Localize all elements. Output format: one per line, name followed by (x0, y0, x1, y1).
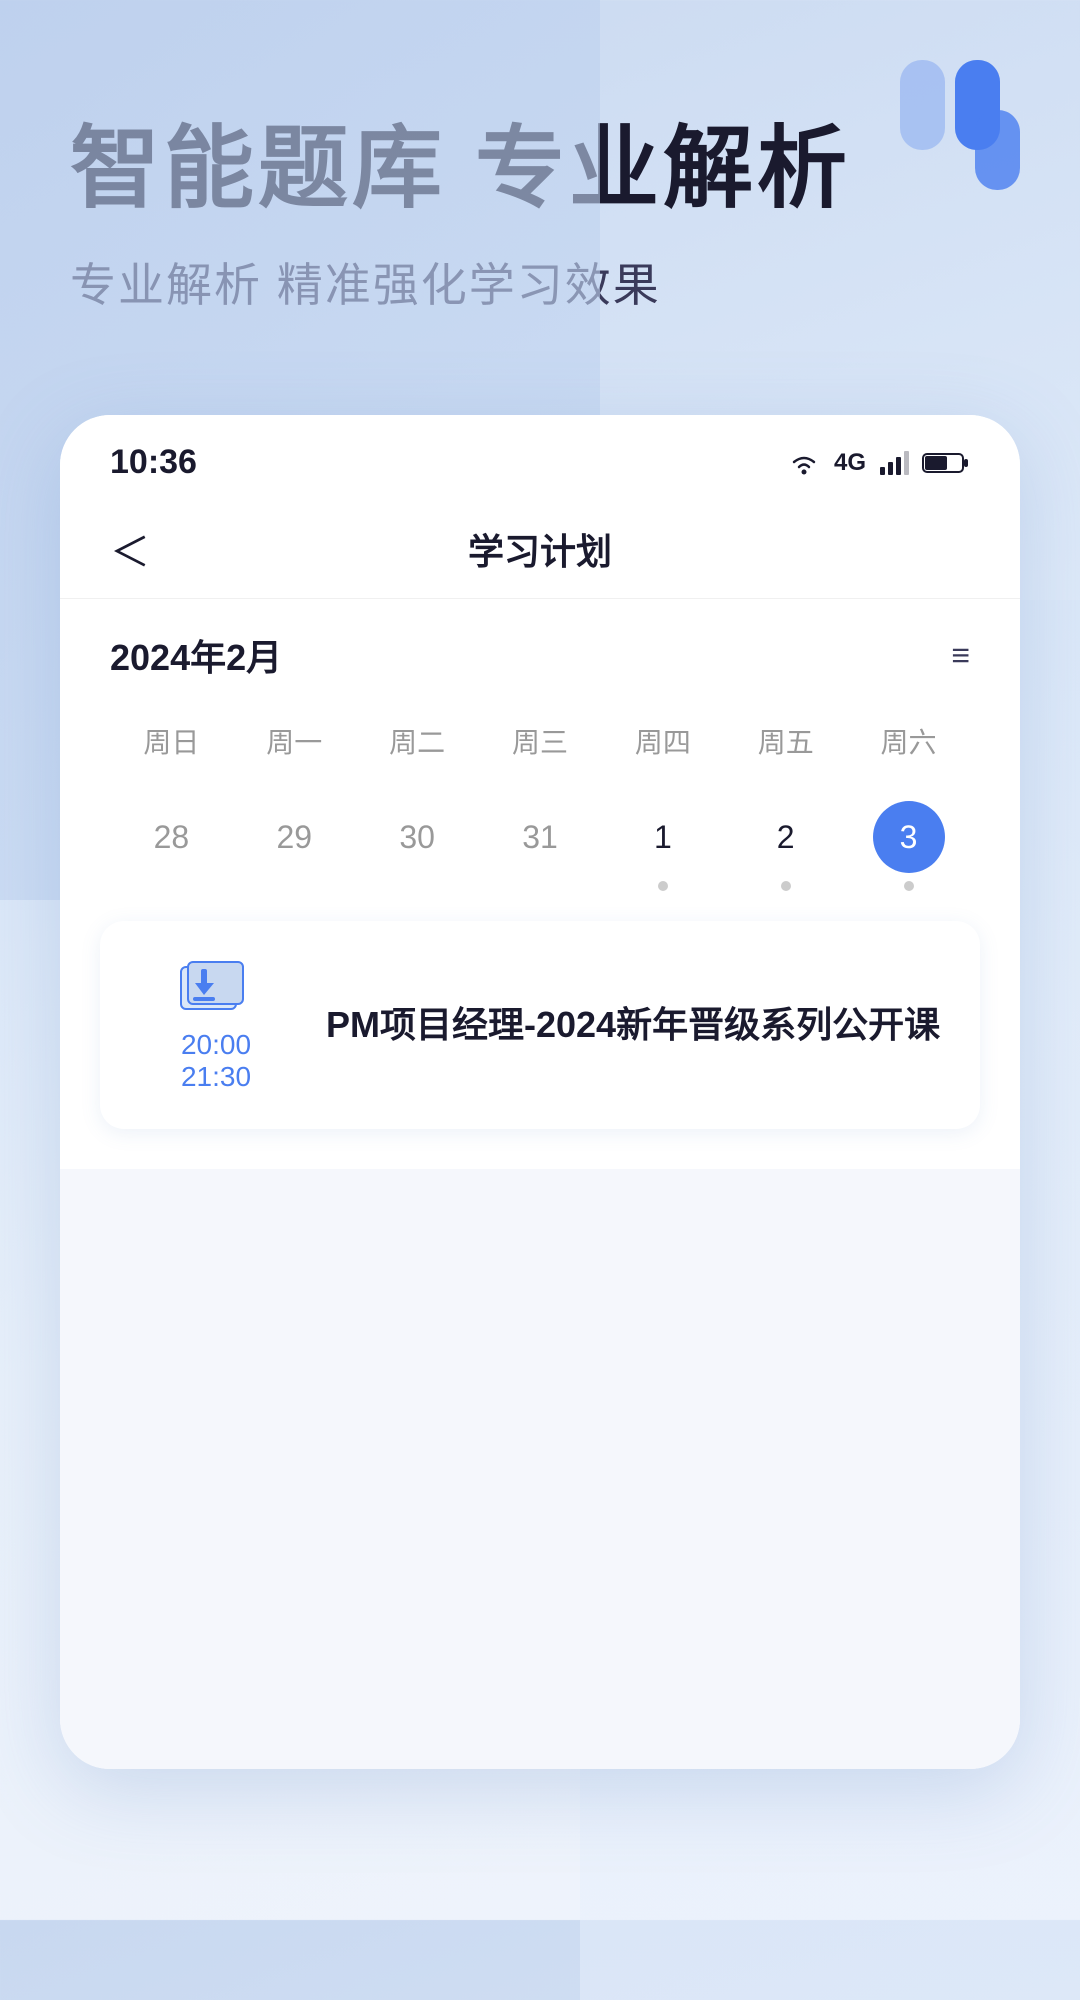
weekday-wed: 周三 (479, 711, 602, 771)
date-30[interactable]: 30 (356, 791, 479, 901)
weekday-tue: 周二 (356, 711, 479, 771)
weekday-fri: 周五 (724, 711, 847, 771)
schedule-section: 20:00 21:30 PM项目经理-2024新年晋级系列公开课 (60, 921, 1020, 1169)
course-icon (171, 957, 261, 1017)
date-num-29: 29 (258, 801, 330, 873)
date-2[interactable]: 2 (724, 791, 847, 901)
weekday-thu: 周四 (601, 711, 724, 771)
page-title: 学习计划 (170, 523, 910, 575)
calendar-month: 2024年2月 (110, 629, 282, 681)
quote-decoration (900, 60, 1020, 190)
calendar-header: 2024年2月 ≡ (110, 629, 970, 681)
schedule-icon-time: 20:00 21:30 (136, 957, 296, 1093)
back-button[interactable]: ＜ (110, 520, 170, 578)
signal-4g: 4G (834, 449, 866, 477)
date-28[interactable]: 28 (110, 791, 233, 901)
calendar-menu-icon[interactable]: ≡ (951, 637, 970, 674)
status-icons: 4G (786, 449, 970, 477)
date-31[interactable]: 31 (479, 791, 602, 901)
date-num-31: 31 (504, 801, 576, 873)
calendar-weekdays: 周日 周一 周二 周三 周四 周五 周六 (110, 711, 970, 771)
main-container: 智能题库 专业解析 专业解析 精准强化学习效果 10:36 4G (0, 0, 1080, 1920)
dot-3 (904, 881, 914, 891)
battery-icon (922, 449, 970, 477)
date-num-1: 1 (627, 801, 699, 873)
schedule-title: PM项目经理-2024新年晋级系列公开课 (326, 1000, 940, 1050)
date-num-2: 2 (750, 801, 822, 873)
calendar-section: 2024年2月 ≡ 周日 周一 周二 周三 周四 周五 周六 28 (60, 599, 1020, 921)
status-bar: 10:36 4G (60, 415, 1020, 500)
signal-icon (878, 449, 910, 477)
date-3[interactable]: 3 (847, 791, 970, 901)
calendar-dates: 28 29 30 31 1 (110, 791, 970, 901)
weekday-sat: 周六 (847, 711, 970, 771)
dot-2 (781, 881, 791, 891)
nav-bar: ＜ 学习计划 (60, 500, 1020, 599)
date-29[interactable]: 29 (233, 791, 356, 901)
schedule-card[interactable]: 20:00 21:30 PM项目经理-2024新年晋级系列公开课 (100, 921, 980, 1129)
wifi-icon (786, 449, 822, 477)
empty-content-area (60, 1169, 1020, 1769)
date-1[interactable]: 1 (601, 791, 724, 901)
phone-mockup: 10:36 4G (60, 415, 1020, 1769)
status-time: 10:36 (110, 443, 197, 482)
weekday-mon: 周一 (233, 711, 356, 771)
date-num-3: 3 (873, 801, 945, 873)
date-num-28: 28 (135, 801, 207, 873)
schedule-time-end: 21:30 (181, 1061, 251, 1093)
weekday-sun: 周日 (110, 711, 233, 771)
schedule-time-start: 20:00 (181, 1029, 251, 1061)
dot-1 (658, 881, 668, 891)
date-num-30: 30 (381, 801, 453, 873)
